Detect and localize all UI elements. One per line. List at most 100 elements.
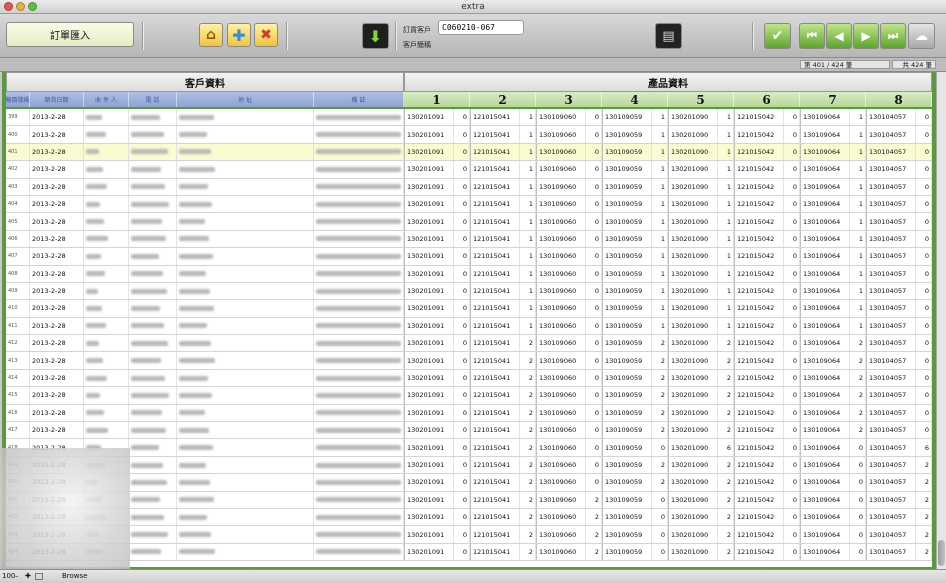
redacted-customer-field[interactable]: [129, 543, 177, 561]
product-quantity[interactable]: 0: [850, 543, 866, 561]
product-code[interactable]: 130109059: [602, 474, 652, 491]
product-code[interactable]: 130109060: [536, 178, 586, 195]
product-quantity[interactable]: 2: [520, 543, 536, 561]
redacted-customer-field[interactable]: [129, 456, 177, 474]
redacted-customer-field[interactable]: [129, 404, 177, 422]
product-code[interactable]: 130201091: [404, 526, 454, 543]
product-code[interactable]: 130109059: [602, 369, 652, 387]
download-button[interactable]: ⬇: [362, 23, 389, 49]
product-code[interactable]: 130109064: [800, 317, 850, 335]
redacted-customer-field[interactable]: [314, 404, 404, 422]
product-quantity[interactable]: 0: [784, 178, 800, 195]
redacted-customer-field[interactable]: [84, 335, 129, 352]
product-quantity[interactable]: 2: [850, 335, 866, 352]
redacted-customer-field[interactable]: [129, 248, 177, 265]
sale-date[interactable]: 2013-2-28: [30, 230, 84, 248]
product-quantity[interactable]: 0: [784, 404, 800, 422]
redacted-customer-field[interactable]: [314, 456, 404, 474]
product-quantity[interactable]: 1: [520, 282, 536, 300]
table-row[interactable]: 413 2013-2-28 130201091 0 121015041 2 13010906…: [6, 352, 932, 370]
product-quantity[interactable]: 0: [586, 195, 602, 213]
product-quantity[interactable]: 2: [718, 335, 734, 352]
product-code[interactable]: 130201090: [668, 422, 718, 439]
redacted-customer-field[interactable]: [129, 369, 177, 387]
redacted-customer-field[interactable]: [129, 195, 177, 213]
product-code[interactable]: 130104057: [866, 387, 916, 404]
redacted-customer-field[interactable]: [314, 491, 404, 508]
product-code[interactable]: 121015041: [470, 456, 520, 474]
table-row[interactable]: 414 2013-2-28 130201091 0 121015041 2 13010906…: [6, 369, 932, 388]
product-code[interactable]: 121015042: [734, 178, 784, 195]
product-code[interactable]: 121015041: [470, 248, 520, 265]
product-quantity[interactable]: 1: [520, 248, 536, 265]
redacted-customer-field[interactable]: [129, 126, 177, 143]
product-quantity[interactable]: 2: [850, 422, 866, 439]
sale-date[interactable]: 2013-2-28: [30, 265, 84, 282]
product-code[interactable]: 130109060: [536, 317, 586, 335]
product-quantity[interactable]: 2: [520, 369, 536, 387]
product-code[interactable]: 130201090: [668, 109, 718, 126]
product-quantity[interactable]: 1: [520, 213, 536, 230]
product-quantity[interactable]: 2: [586, 526, 602, 543]
product-code[interactable]: 130109060: [536, 265, 586, 282]
product-quantity[interactable]: 2: [652, 369, 668, 387]
product-code[interactable]: 130109059: [602, 439, 652, 456]
product-quantity[interactable]: 2: [850, 387, 866, 404]
product-quantity[interactable]: 1: [520, 317, 536, 335]
product-code[interactable]: 130109064: [800, 248, 850, 265]
product-code[interactable]: 130201090: [668, 143, 718, 161]
product-quantity[interactable]: 0: [454, 387, 470, 404]
redacted-customer-field[interactable]: [177, 491, 314, 508]
product-code[interactable]: 130109059: [602, 300, 652, 317]
redacted-customer-field[interactable]: [84, 387, 129, 404]
product-code[interactable]: 130109060: [536, 422, 586, 439]
product-quantity[interactable]: 0: [586, 474, 602, 491]
product-code[interactable]: 130109059: [602, 543, 652, 561]
product-code[interactable]: 130109059: [602, 143, 652, 161]
product-quantity[interactable]: 0: [784, 265, 800, 282]
product-quantity[interactable]: 1: [718, 126, 734, 143]
product-quantity[interactable]: 0: [454, 439, 470, 456]
zoom-in-icon[interactable]: ✚: [25, 570, 31, 583]
product-quantity[interactable]: 0: [586, 369, 602, 387]
product-quantity[interactable]: 2: [850, 404, 866, 422]
product-code[interactable]: 121015041: [470, 300, 520, 317]
product-code[interactable]: 121015042: [734, 265, 784, 282]
product-quantity[interactable]: 0: [454, 508, 470, 526]
redacted-customer-field[interactable]: [314, 265, 404, 282]
redacted-customer-field[interactable]: [314, 195, 404, 213]
product-quantity[interactable]: 0: [454, 282, 470, 300]
redacted-customer-field[interactable]: [84, 195, 129, 213]
product-code[interactable]: 130109059: [602, 195, 652, 213]
product-code[interactable]: 121015041: [470, 439, 520, 456]
product-quantity[interactable]: 0: [916, 387, 932, 404]
product-code[interactable]: 130109060: [536, 543, 586, 561]
product-quantity[interactable]: 1: [652, 282, 668, 300]
product-quantity[interactable]: 0: [586, 439, 602, 456]
table-row[interactable]: 410 2013-2-28 130201091 0 121015041 1 13010906…: [6, 300, 932, 318]
product-code[interactable]: 121015042: [734, 387, 784, 404]
product-quantity[interactable]: 1: [718, 178, 734, 195]
product-quantity[interactable]: 2: [520, 491, 536, 508]
product-quantity[interactable]: 6: [916, 439, 932, 456]
product-quantity[interactable]: 2: [652, 387, 668, 404]
table-row[interactable]: 400 2013-2-28 130201091 0 121015041 1 13010906…: [6, 126, 932, 144]
product-quantity[interactable]: 1: [850, 213, 866, 230]
sale-date[interactable]: 2013-2-28: [30, 335, 84, 352]
product-quantity[interactable]: 0: [652, 508, 668, 526]
product-quantity[interactable]: 1: [850, 161, 866, 178]
product-quantity[interactable]: 2: [652, 422, 668, 439]
product-quantity[interactable]: 0: [916, 213, 932, 230]
product-code[interactable]: 130109064: [800, 335, 850, 352]
product-quantity[interactable]: 0: [916, 161, 932, 178]
product-code[interactable]: 130109060: [536, 404, 586, 422]
product-quantity[interactable]: 0: [784, 300, 800, 317]
product-quantity[interactable]: 0: [586, 387, 602, 404]
product-code[interactable]: 121015042: [734, 282, 784, 300]
zoom-level[interactable]: 100: [2, 570, 15, 583]
product-code[interactable]: 130201090: [668, 335, 718, 352]
customer-column-header[interactable]: 備 註: [314, 92, 404, 107]
sale-date[interactable]: 2013-2-28: [30, 161, 84, 178]
product-code[interactable]: 130109059: [602, 491, 652, 508]
product-code[interactable]: 130104057: [866, 335, 916, 352]
